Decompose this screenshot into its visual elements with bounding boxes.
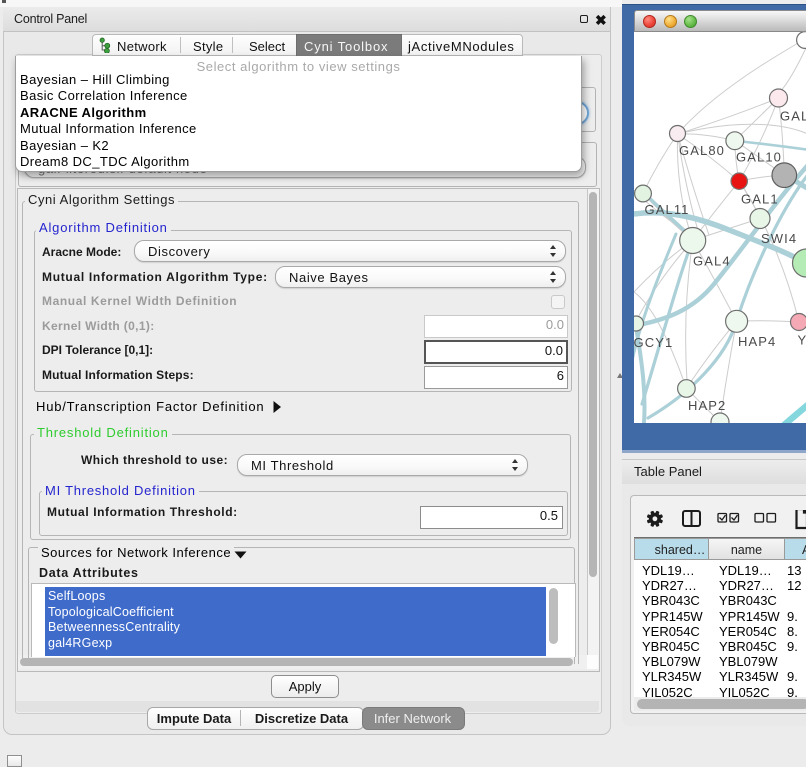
svg-text:GAL7: GAL7 (780, 109, 806, 124)
svg-text:GAL11: GAL11 (645, 202, 690, 217)
svg-text:YM: YM (798, 333, 806, 348)
svg-text:GAL4: GAL4 (693, 254, 731, 269)
svg-text:GCY1: GCY1 (634, 335, 673, 350)
svg-text:HAP4: HAP4 (738, 334, 776, 349)
svg-text:HAP2: HAP2 (688, 398, 726, 413)
svg-text:GAL80: GAL80 (679, 143, 725, 158)
svg-text:GAL10: GAL10 (736, 150, 782, 165)
svg-text:GAL1: GAL1 (741, 192, 779, 207)
svg-text:SWI4: SWI4 (761, 231, 797, 246)
